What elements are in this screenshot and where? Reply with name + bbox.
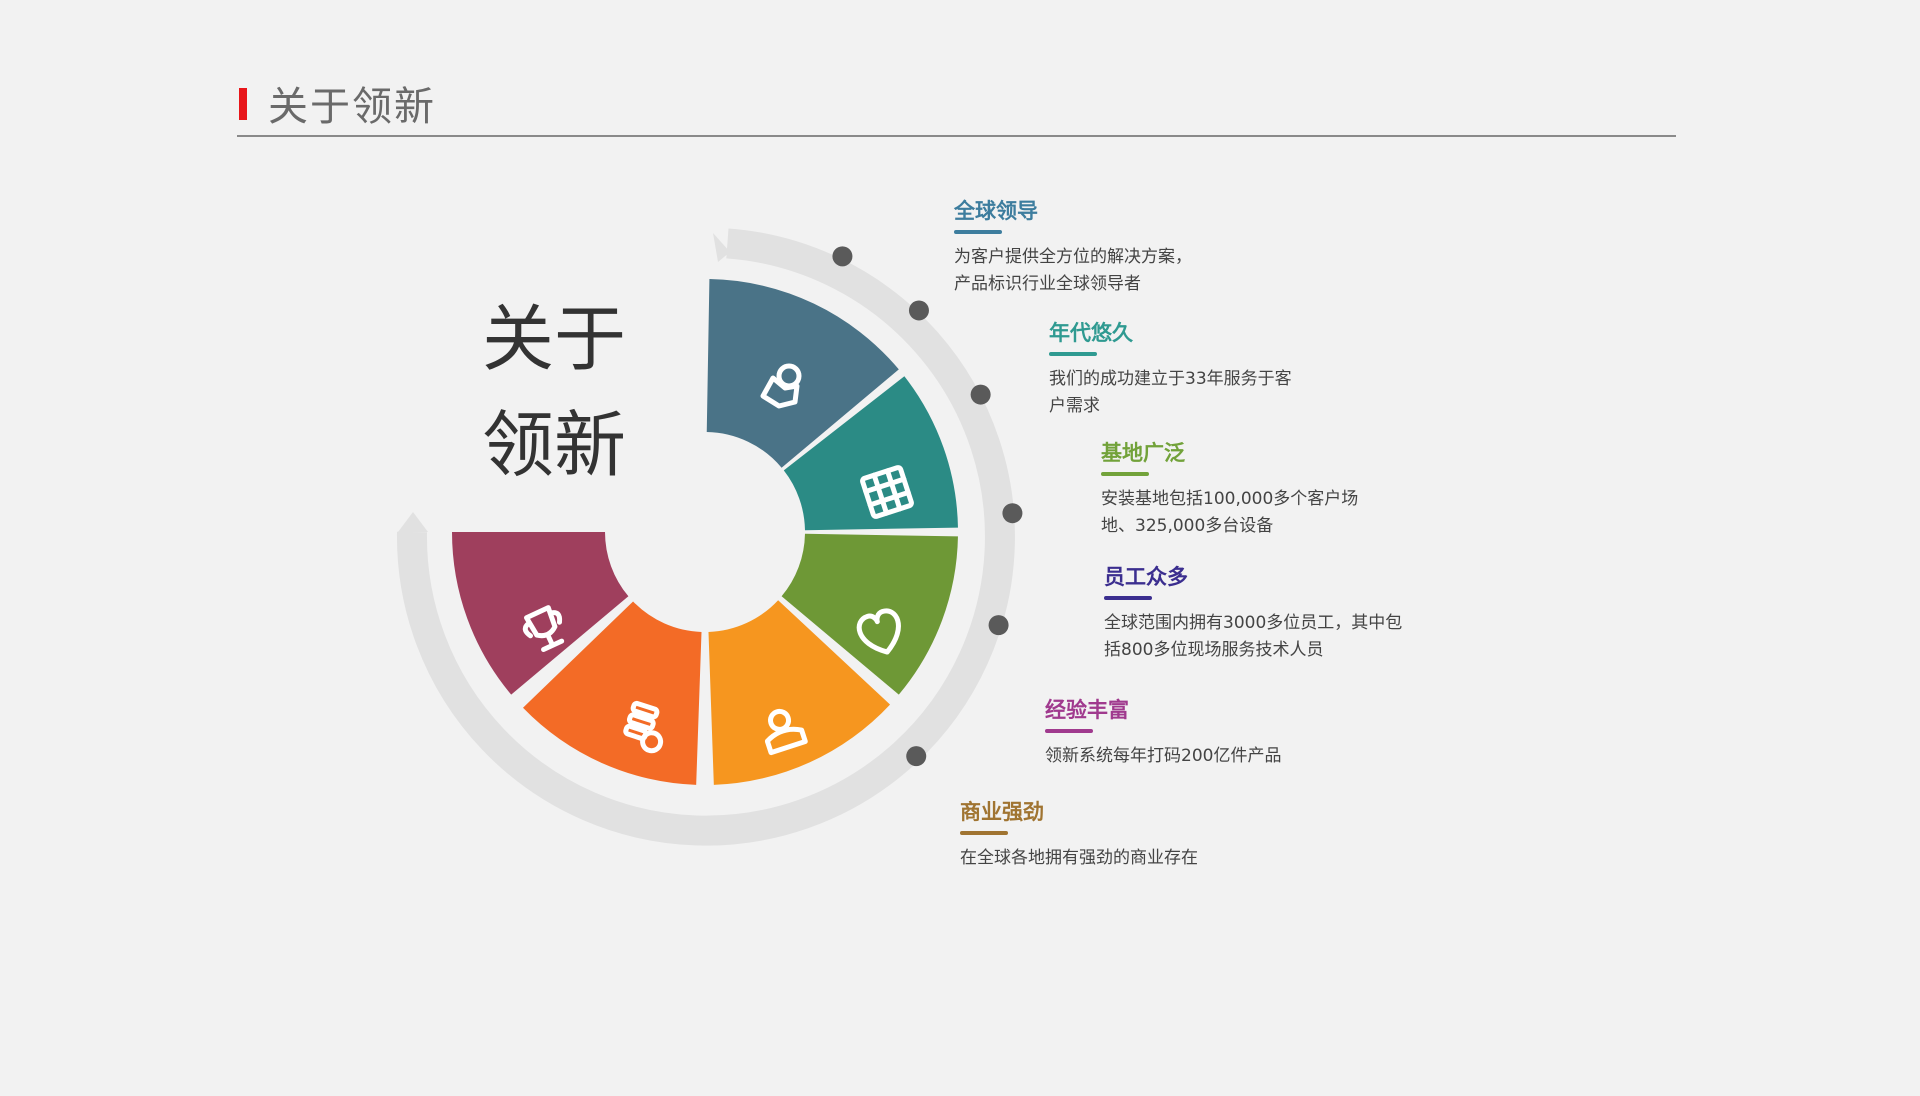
connector-dot-6 bbox=[906, 746, 927, 767]
feature-item-3: 基地广泛安装基地包括100,000多个客户场 地、325,000多台设备 bbox=[1101, 439, 1358, 540]
feature-description-line: 安装基地包括100,000多个客户场 bbox=[1101, 489, 1359, 509]
feature-description-line: 为客户提供全方位的解决方案， bbox=[954, 247, 1192, 267]
feature-underline bbox=[954, 230, 1002, 234]
feature-title: 全球领导 bbox=[954, 199, 1038, 223]
connector-dot-5 bbox=[988, 615, 1009, 636]
feature-description-line: 全球范围内拥有3000多位员工，其中包 bbox=[1104, 613, 1403, 633]
feature-item-2: 年代悠久我们的成功建立于33年服务于客 户需求 bbox=[1049, 319, 1292, 420]
feature-underline bbox=[1104, 596, 1152, 600]
feature-underline bbox=[1045, 729, 1093, 733]
feature-title: 年代悠久 bbox=[1049, 321, 1133, 345]
feature-item-1: 全球领导为客户提供全方位的解决方案， 产品标识行业全球领导者 bbox=[954, 197, 1192, 298]
feature-description-line: 产品标识行业全球领导者 bbox=[954, 274, 1141, 294]
feature-underline bbox=[1101, 472, 1149, 476]
connector-dot-4 bbox=[1002, 503, 1023, 524]
connector-dot-3 bbox=[970, 384, 991, 405]
ring-diagram bbox=[396, 228, 1023, 846]
feature-underline bbox=[1049, 352, 1097, 356]
feature-item-5: 经验丰富领新系统每年打码200亿件产品 bbox=[1045, 696, 1281, 770]
outer-arc-tip-left bbox=[398, 512, 428, 532]
feature-title: 基地广泛 bbox=[1101, 441, 1185, 465]
feature-title: 经验丰富 bbox=[1045, 698, 1129, 722]
feature-description: 在全球各地拥有强劲的商业存在 bbox=[960, 845, 1198, 872]
feature-description: 全球范围内拥有3000多位员工，其中包 括800多位现场服务技术人员 bbox=[1104, 610, 1402, 664]
feature-description-line: 括800多位现场服务技术人员 bbox=[1104, 640, 1324, 660]
feature-description-line: 户需求 bbox=[1049, 396, 1100, 416]
feature-description-line: 地、325,000多台设备 bbox=[1101, 516, 1274, 536]
feature-description: 领新系统每年打码200亿件产品 bbox=[1045, 743, 1281, 770]
feature-description-line: 我们的成功建立于33年服务于客 bbox=[1049, 369, 1292, 389]
connector-dot-2 bbox=[908, 300, 929, 321]
feature-item-4: 员工众多全球范围内拥有3000多位员工，其中包 括800多位现场服务技术人员 bbox=[1104, 563, 1402, 664]
feature-description: 我们的成功建立于33年服务于客 户需求 bbox=[1049, 366, 1292, 420]
feature-title: 员工众多 bbox=[1104, 565, 1188, 589]
connector-dot-1 bbox=[832, 246, 853, 267]
feature-description: 为客户提供全方位的解决方案， 产品标识行业全球领导者 bbox=[954, 244, 1192, 298]
feature-description: 安装基地包括100,000多个客户场 地、325,000多台设备 bbox=[1101, 486, 1358, 540]
feature-description-line: 领新系统每年打码200亿件产品 bbox=[1045, 746, 1282, 766]
feature-description-line: 在全球各地拥有强劲的商业存在 bbox=[960, 848, 1198, 868]
feature-underline bbox=[960, 831, 1008, 835]
feature-title: 商业强劲 bbox=[960, 800, 1044, 824]
feature-item-6: 商业强劲在全球各地拥有强劲的商业存在 bbox=[960, 798, 1198, 872]
